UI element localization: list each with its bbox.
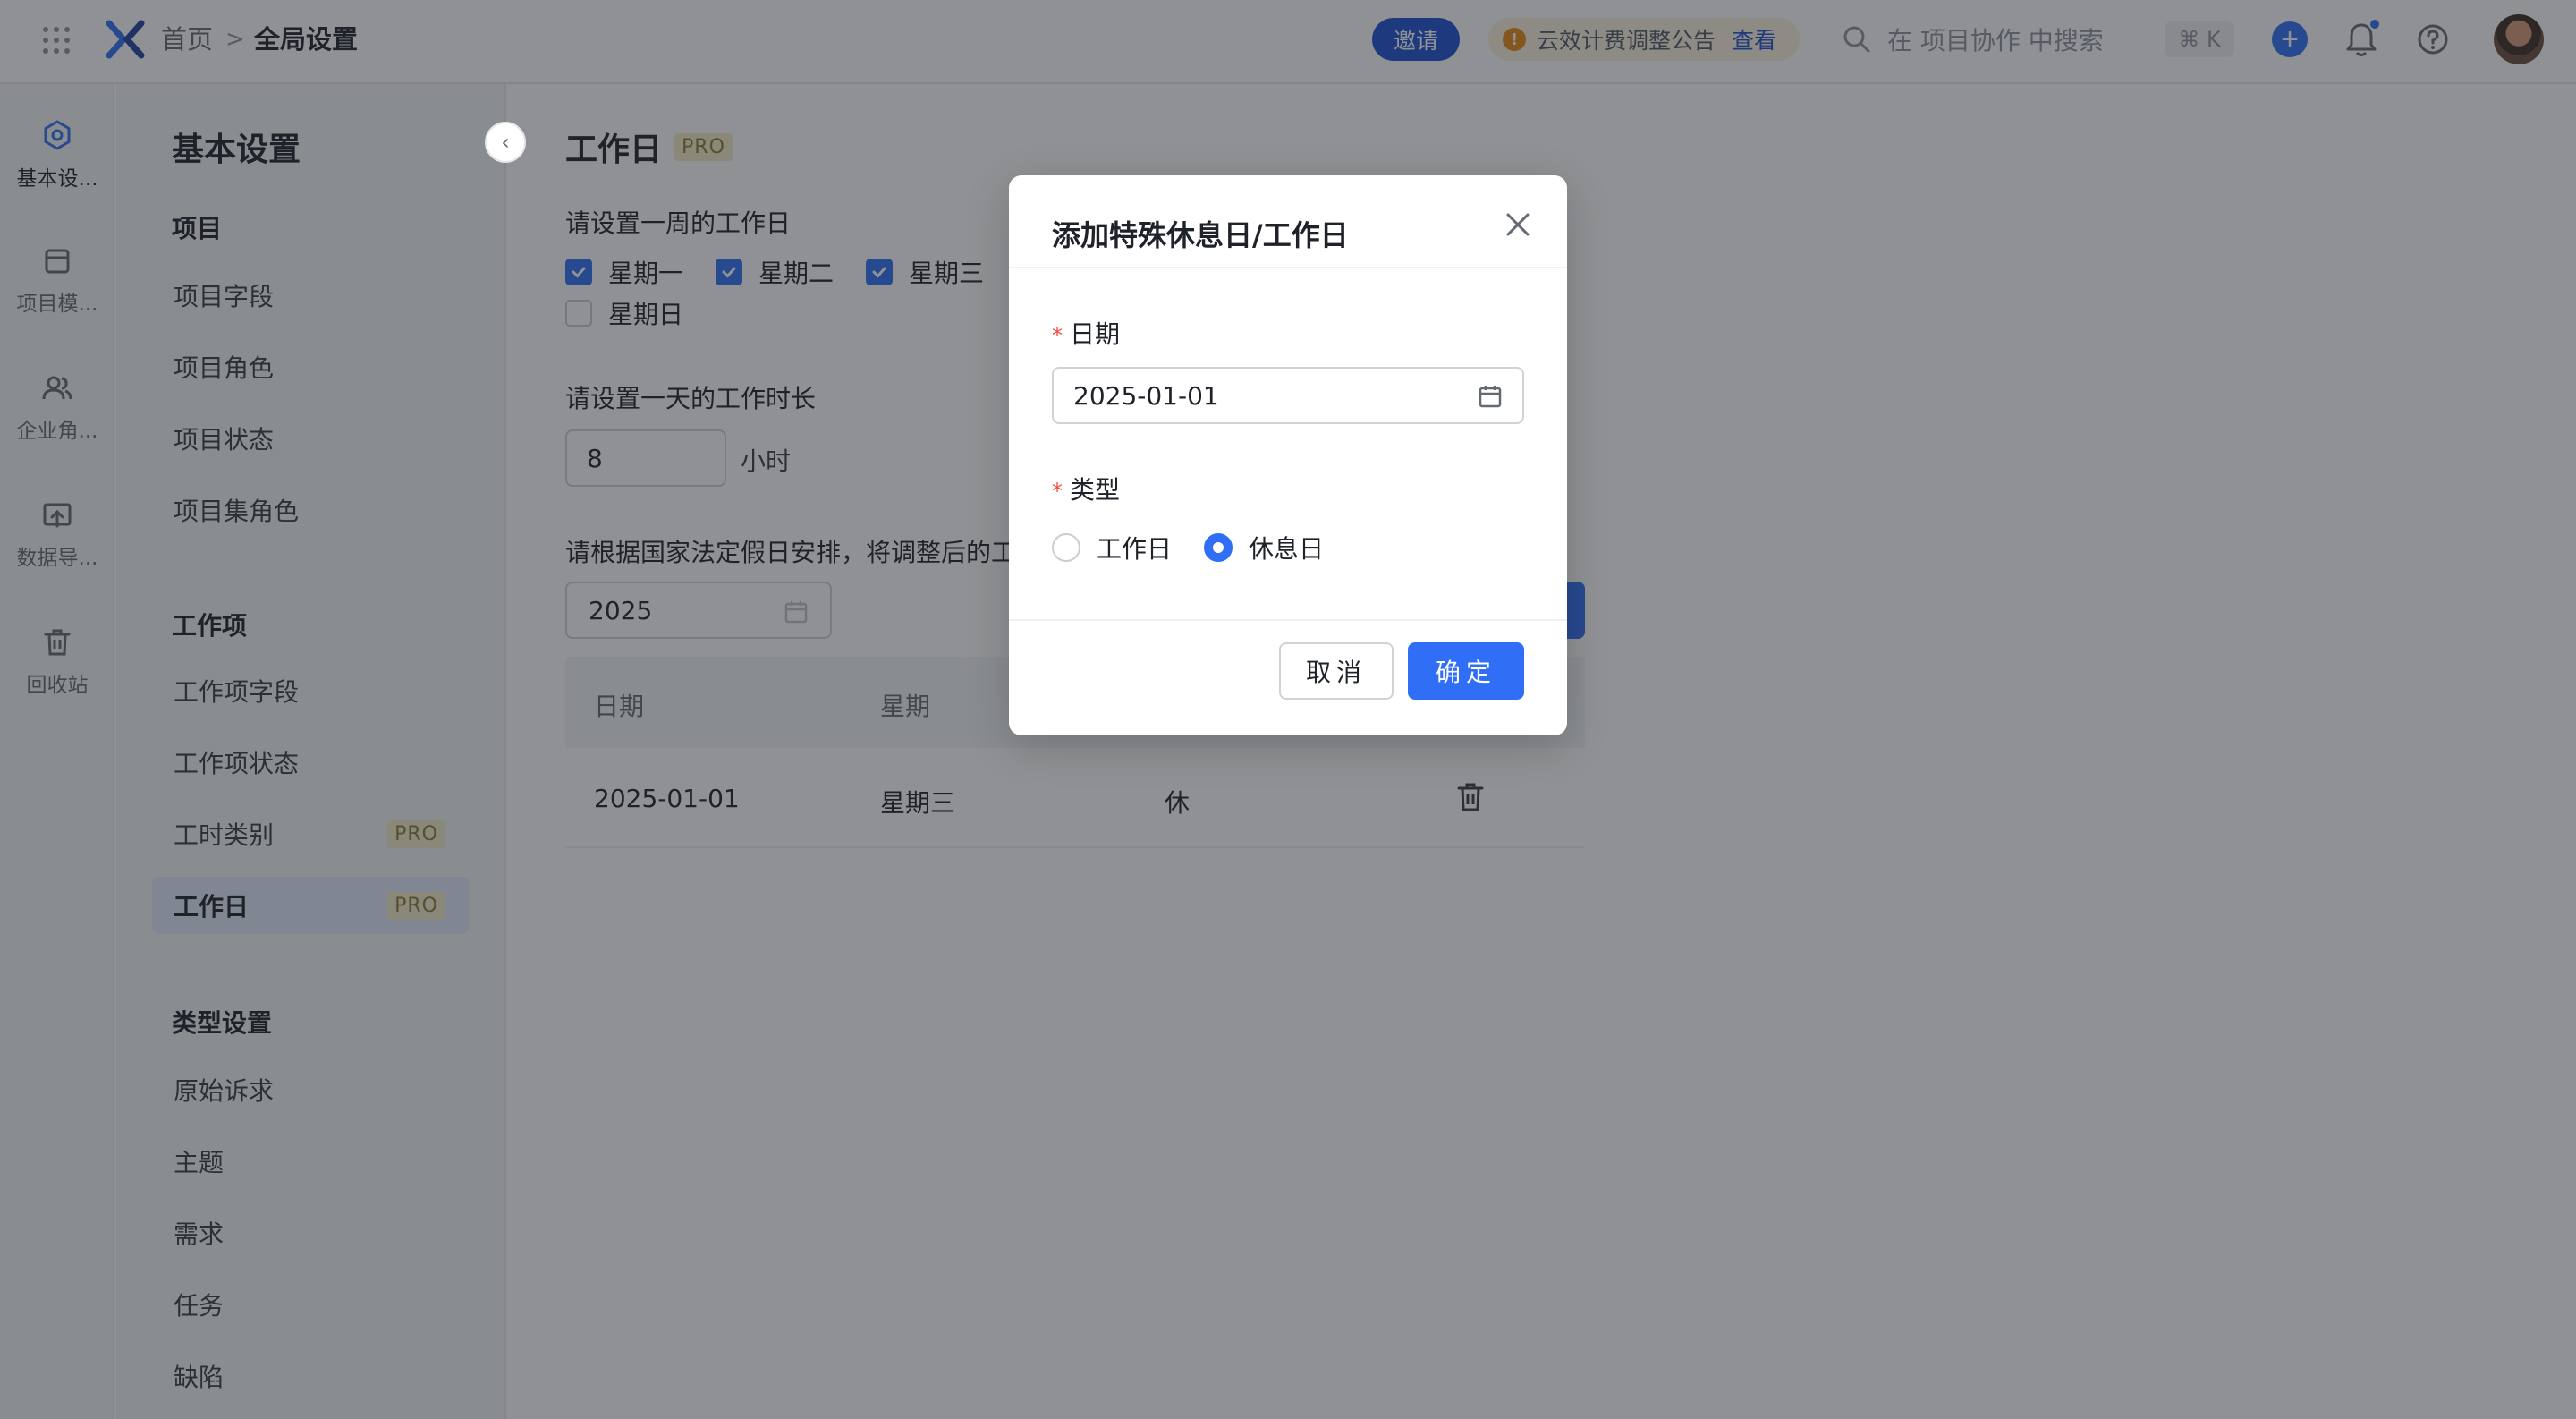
radio-unchecked-icon: [1052, 533, 1080, 562]
date-field-label: * 日期: [1052, 315, 1120, 351]
date-value: 2025-01-01: [1073, 380, 1219, 411]
dialog-header: 添加特殊休息日/工作日: [1009, 175, 1567, 268]
date-picker-input[interactable]: 2025-01-01: [1052, 367, 1524, 424]
type-restday-radio[interactable]: 休息日: [1204, 530, 1324, 565]
cancel-button[interactable]: 取消: [1279, 642, 1394, 700]
required-mark: *: [1052, 479, 1063, 504]
add-special-day-dialog: 添加特殊休息日/工作日 * 日期 2025-01-01 * 类型 工作日 休息日 取…: [1009, 175, 1567, 735]
chevron-left-icon: ‹: [501, 130, 510, 155]
radio-label: 休息日: [1249, 534, 1325, 564]
collapse-sidebar-button[interactable]: ‹: [485, 122, 526, 163]
required-mark: *: [1052, 323, 1063, 348]
close-icon[interactable]: [1503, 209, 1533, 240]
radio-label: 工作日: [1097, 534, 1173, 564]
calendar-icon: [1479, 386, 1502, 408]
radio-checked-icon: [1204, 533, 1233, 562]
type-workday-radio[interactable]: 工作日: [1052, 530, 1172, 565]
date-label-text: 日期: [1070, 319, 1121, 349]
dialog-footer: 取消 确定: [1009, 619, 1567, 735]
type-label-text: 类型: [1070, 475, 1121, 505]
type-radio-group: 工作日 休息日: [1052, 530, 1356, 565]
type-field-label: * 类型: [1052, 471, 1120, 506]
dialog-title: 添加特殊休息日/工作日: [1052, 218, 1349, 252]
confirm-button[interactable]: 确定: [1408, 642, 1524, 700]
